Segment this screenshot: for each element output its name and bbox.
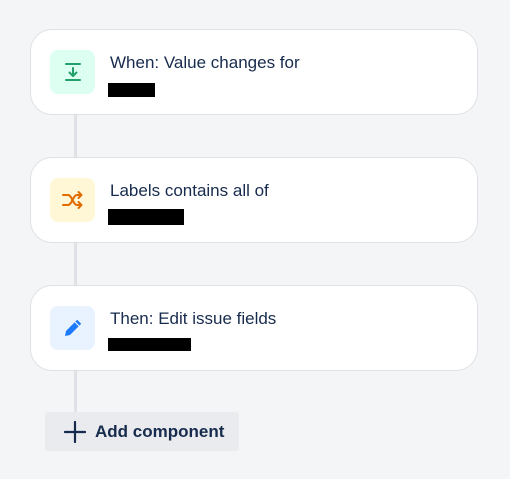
redacted-action-value (108, 338, 191, 351)
trigger-card[interactable]: When: Value changes for (30, 29, 478, 115)
action-icon-box (50, 306, 95, 350)
redacted-condition-value (108, 209, 184, 225)
pencil-icon (64, 319, 81, 336)
redacted-field-value (108, 83, 155, 97)
condition-icon-box (50, 178, 95, 222)
download-arrow-icon (64, 63, 81, 81)
plus-icon (63, 420, 87, 444)
trigger-icon-box (50, 50, 95, 94)
action-card[interactable]: Then: Edit issue fields (30, 285, 478, 371)
condition-title: Labels contains all of (110, 181, 269, 200)
flow-connector (74, 114, 77, 158)
flow-connector (74, 242, 77, 286)
shuffle-icon (61, 191, 82, 209)
action-title: Then: Edit issue fields (110, 309, 277, 328)
add-component-label: Add component (95, 421, 225, 441)
condition-card[interactable]: Labels contains all of (30, 157, 478, 243)
flow-connector (74, 370, 77, 414)
add-component-button[interactable]: Add component (45, 412, 239, 451)
trigger-title: When: Value changes for (110, 53, 300, 72)
